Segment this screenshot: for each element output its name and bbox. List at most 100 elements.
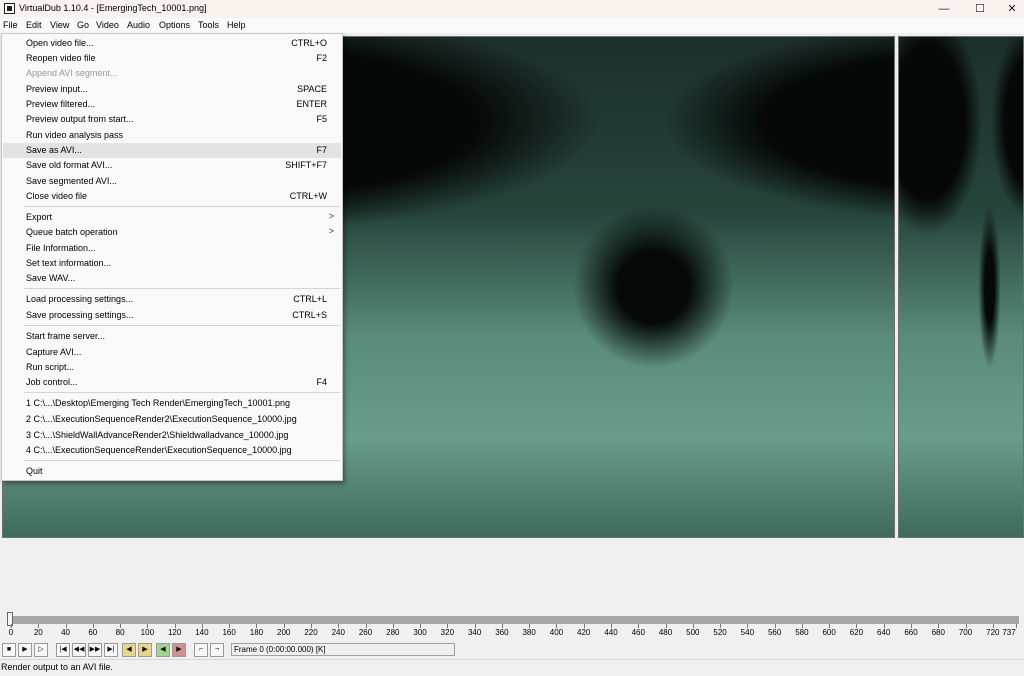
menu-item-recent-4[interactable]: 4 C:\...\ExecutionSequenceRender\Executi…	[3, 443, 341, 458]
menu-item-recent-3[interactable]: 3 C:\...\ShieldWallAdvanceRender2\Shield…	[3, 428, 341, 443]
timeline-tick-label: 600	[822, 628, 836, 637]
menu-item-quit[interactable]: Quit	[3, 464, 341, 479]
menu-item-preview-input[interactable]: Preview input... SPACE	[3, 82, 341, 97]
menu-item-run-script[interactable]: Run script...	[3, 360, 341, 375]
maximize-button[interactable]: ☐	[964, 0, 996, 18]
menu-bar: File Edit View Go Video Audio Options To…	[0, 18, 1024, 33]
menu-item-preview-filtered[interactable]: Preview filtered... ENTER	[3, 97, 341, 112]
timeline-tick-label: 200	[277, 628, 291, 637]
menu-view[interactable]: View	[50, 20, 69, 30]
key-next-icon[interactable]: ▶	[138, 643, 152, 657]
timeline-tick-label: 80	[115, 628, 125, 637]
timeline-tick-label: 180	[249, 628, 264, 637]
menu-separator	[24, 325, 340, 326]
timeline-tick-label: 20	[33, 628, 43, 637]
timeline-tick-label: 60	[88, 628, 98, 637]
go-end-icon[interactable]: ▶|	[104, 643, 118, 657]
mark-out-icon[interactable]: ¬	[210, 643, 224, 657]
minimize-button[interactable]: —	[928, 0, 960, 18]
menu-item-reopen-video[interactable]: Reopen video file F2	[3, 51, 341, 66]
timeline-slider-handle[interactable]	[7, 612, 13, 626]
timeline-tick-label: 560	[767, 628, 782, 637]
timeline-tick-label: 640	[877, 628, 891, 637]
menu-item-set-text-info[interactable]: Set text information...	[3, 256, 341, 271]
output-video-pane[interactable]	[898, 36, 1024, 538]
timeline-tick-label: 680	[931, 628, 945, 637]
menu-item-job-control[interactable]: Job control... F4	[3, 375, 341, 390]
key-prev-icon[interactable]: ◀	[122, 643, 136, 657]
play-output-icon[interactable]: ▷	[34, 643, 48, 657]
menu-separator	[24, 392, 340, 393]
next-key-icon[interactable]: ▶▶	[88, 643, 102, 657]
menu-item-run-analysis[interactable]: Run video analysis pass	[3, 128, 341, 143]
menu-item-file-info[interactable]: File Information...	[3, 241, 341, 256]
menu-audio[interactable]: Audio	[127, 20, 150, 30]
menu-item-frame-server[interactable]: Start frame server...	[3, 329, 341, 344]
menu-options[interactable]: Options	[159, 20, 190, 30]
prev-key-icon[interactable]: ◀◀	[72, 643, 86, 657]
timeline-tick-label: 700	[958, 628, 973, 637]
submenu-arrow-icon: >	[328, 211, 334, 221]
timeline-tick-label: 620	[849, 628, 864, 637]
menu-file[interactable]: File	[3, 20, 18, 30]
submenu-arrow-icon: >	[328, 226, 334, 236]
frame-display: Frame 0 (0:00:00.000) [K]	[231, 643, 455, 656]
timeline-tick-label: 400	[549, 628, 564, 637]
scene-prev-icon[interactable]: ◀	[156, 643, 170, 657]
menu-go[interactable]: Go	[77, 20, 89, 30]
menu-item-recent-2[interactable]: 2 C:\...\ExecutionSequenceRender2\Execut…	[3, 412, 341, 427]
title-bar: VirtualDub 1.10.4 - [EmergingTech_10001.…	[0, 0, 1024, 18]
menu-item-close-video[interactable]: Close video file CTRL+W	[3, 189, 341, 204]
status-text: Render output to an AVI file.	[1, 662, 113, 672]
menu-video[interactable]: Video	[96, 20, 119, 30]
close-button[interactable]: ✕	[996, 0, 1024, 18]
menu-help[interactable]: Help	[227, 20, 246, 30]
menu-tools[interactable]: Tools	[198, 20, 219, 30]
timeline-tick-label: 460	[631, 628, 645, 637]
timeline-tick-label: 340	[467, 628, 482, 637]
timeline-tick-label: 220	[304, 628, 318, 637]
window-title: VirtualDub 1.10.4 - [EmergingTech_10001.…	[19, 3, 207, 13]
file-menu-dropdown: Open video file... CTRL+O Reopen video fi…	[1, 33, 343, 481]
status-bar: Render output to an AVI file.	[0, 659, 1024, 676]
timeline-tick-label: 280	[386, 628, 400, 637]
timeline-tick-label: 160	[222, 628, 236, 637]
timeline-tick-label: 360	[495, 628, 509, 637]
menu-item-load-settings[interactable]: Load processing settings... CTRL+L	[3, 292, 341, 307]
timeline-track[interactable]	[11, 616, 1019, 624]
menu-item-save-segmented[interactable]: Save segmented AVI...	[3, 174, 341, 189]
menu-item-recent-1[interactable]: 1 C:\...\Desktop\Emerging Tech Render\Em…	[3, 396, 341, 411]
timeline-tick-label: 660	[904, 628, 918, 637]
play-input-icon[interactable]: ▶	[18, 643, 32, 657]
timeline-tick-label: 100	[140, 628, 155, 637]
mark-in-icon[interactable]: ⌐	[194, 643, 208, 657]
menu-item-capture-avi[interactable]: Capture AVI...	[3, 345, 341, 360]
timeline-tick-label: 380	[522, 628, 536, 637]
menu-item-preview-output[interactable]: Preview output from start... F5	[3, 112, 341, 127]
timeline-tick-label: 580	[795, 628, 809, 637]
stop-icon[interactable]: ■	[2, 643, 16, 657]
timeline-tick-label: 0	[8, 628, 14, 637]
menu-item-save-settings[interactable]: Save processing settings... CTRL+S	[3, 308, 341, 323]
menu-item-save-wav[interactable]: Save WAV...	[3, 271, 341, 286]
timeline-tick-label: 260	[358, 628, 373, 637]
timeline-tick-label: 440	[604, 628, 618, 637]
timeline-tick-label: 140	[195, 628, 209, 637]
menu-separator	[24, 460, 340, 461]
scene-next-icon[interactable]: ▶	[172, 643, 186, 657]
menu-item-save-avi[interactable]: Save as AVI... F7	[3, 143, 341, 158]
timeline-tick-label: 520	[713, 628, 727, 637]
lower-panel	[0, 539, 1024, 675]
menu-item-open-video[interactable]: Open video file... CTRL+O	[3, 36, 341, 51]
timeline-tick-label: 320	[440, 628, 455, 637]
go-start-icon[interactable]: |◀	[56, 643, 70, 657]
menu-item-save-old-avi[interactable]: Save old format AVI... SHIFT+F7	[3, 158, 341, 173]
menu-edit[interactable]: Edit	[26, 20, 42, 30]
menu-item-export[interactable]: Export >	[3, 210, 341, 225]
timeline-tick-label: 500	[686, 628, 700, 637]
timeline-tick-label: 737	[1002, 628, 1016, 637]
timeline-tick-label: 480	[658, 628, 673, 637]
menu-item-queue-batch[interactable]: Queue batch operation >	[3, 225, 341, 240]
menu-separator	[24, 206, 340, 207]
menu-item-append-avi: Append AVI segment...	[26, 68, 118, 78]
